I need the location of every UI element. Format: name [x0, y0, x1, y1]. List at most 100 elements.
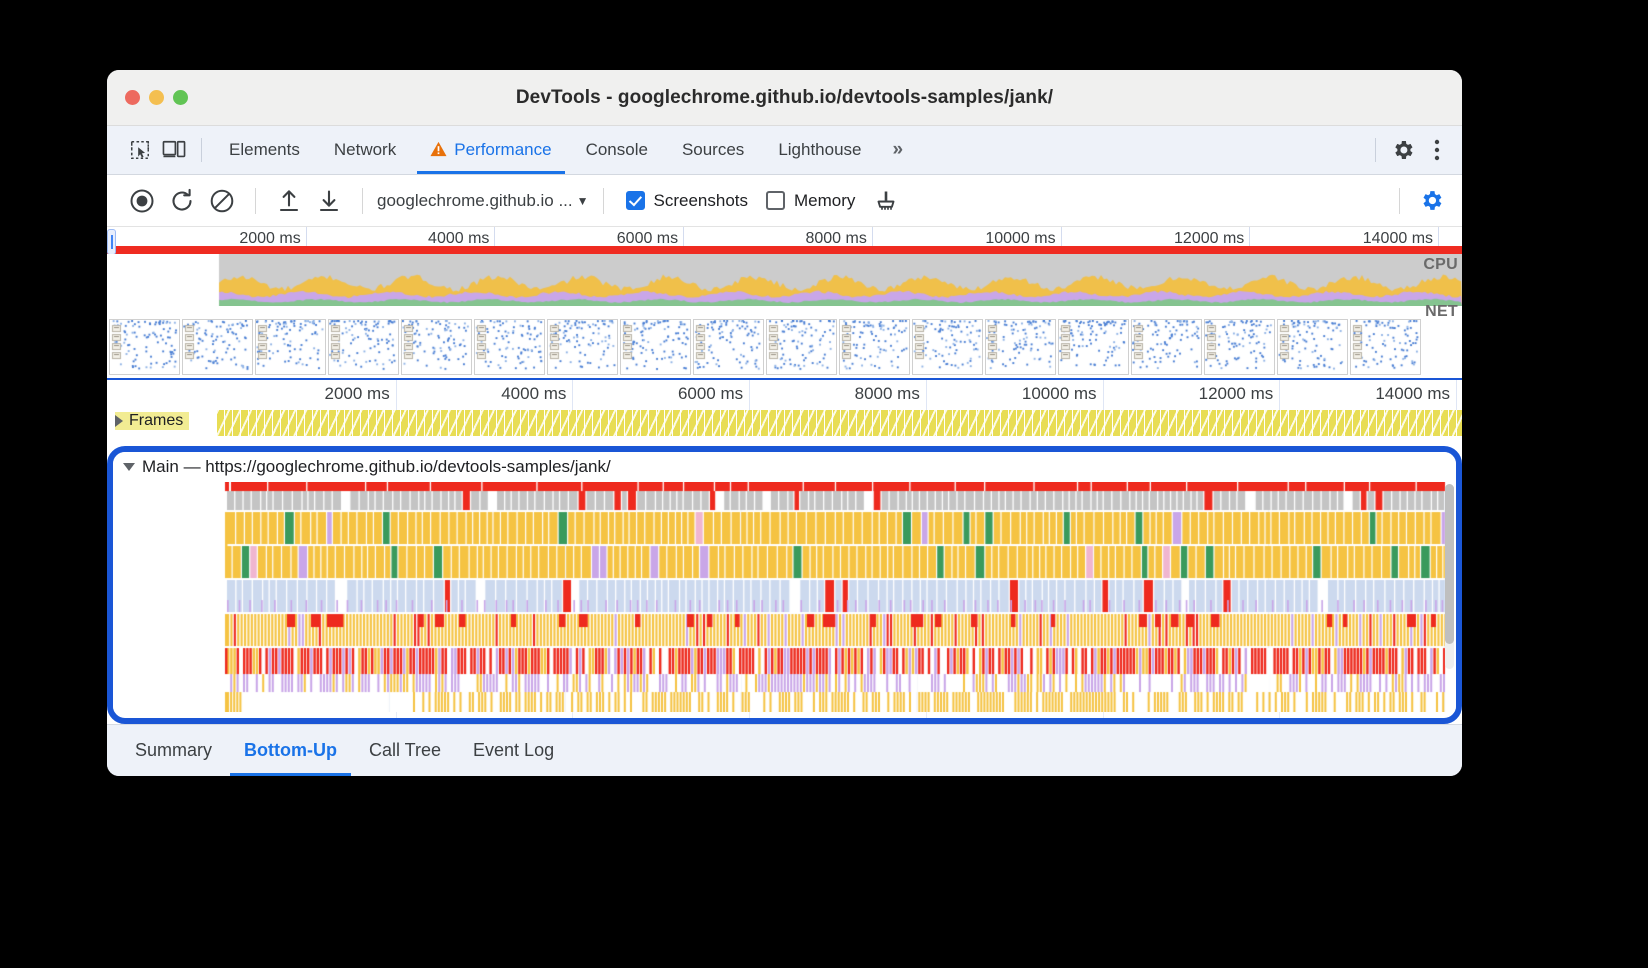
- filmstrip-thumbnail[interactable]: [912, 319, 983, 375]
- timeline-tick-label: 2000 ms: [324, 384, 390, 403]
- timeline-ruler: 2000 ms 4000 ms 6000 ms 8000 ms 10000 ms 1200…: [107, 380, 1462, 410]
- filmstrip-thumbnail[interactable]: [1204, 319, 1275, 375]
- timeline-tick-label: 8000 ms: [854, 384, 920, 403]
- filmstrip-thumbnail[interactable]: [620, 319, 691, 375]
- recording-target-select[interactable]: googlechrome.github.io ... ▼: [377, 191, 589, 211]
- filmstrip-thumbnail[interactable]: [182, 319, 253, 375]
- memory-checkbox-box[interactable]: [766, 191, 786, 210]
- filmstrip-thumbnail[interactable]: [547, 319, 618, 375]
- overview-window-left-handle[interactable]: [107, 229, 116, 255]
- tab-bottom-up-label: Bottom-Up: [244, 740, 337, 760]
- save-profile-icon[interactable]: [310, 182, 348, 220]
- tabstrip-divider: [201, 138, 202, 162]
- tab-sources[interactable]: Sources: [665, 126, 761, 174]
- main-flame-chart[interactable]: [113, 482, 1456, 712]
- collapse-arrow-icon[interactable]: [123, 463, 135, 471]
- filmstrip-thumbnail[interactable]: [985, 319, 1056, 375]
- filmstrip-thumbnail[interactable]: [693, 319, 764, 375]
- main-track-highlight[interactable]: Main — https://googlechrome.github.io/de…: [107, 446, 1462, 724]
- reload-and-record-icon[interactable]: [163, 182, 201, 220]
- tab-network[interactable]: Network: [317, 126, 413, 174]
- load-profile-icon[interactable]: [270, 182, 308, 220]
- window-titlebar: DevTools - googlechrome.github.io/devtoo…: [107, 70, 1462, 126]
- more-options-icon[interactable]: [1420, 133, 1454, 167]
- filmstrip-thumbnail[interactable]: [839, 319, 910, 375]
- tab-network-label: Network: [333, 140, 397, 159]
- frames-track-label: Frames: [129, 412, 184, 429]
- timeline-tick-label: 4000 ms: [501, 384, 567, 403]
- timeline-tick: 6000 ms: [678, 380, 751, 410]
- filmstrip-thumbnail[interactable]: [328, 319, 399, 375]
- filmstrip-thumbnail[interactable]: [766, 319, 837, 375]
- filmstrip-thumbnail[interactable]: [1350, 319, 1421, 375]
- overview-net-band: NET: [107, 303, 1462, 320]
- cpu-label: CPU: [1423, 256, 1458, 273]
- collect-garbage-icon[interactable]: [867, 182, 905, 220]
- tab-elements-label: Elements: [229, 140, 300, 159]
- devtools-tabstrip: Elements Network Performance Console Sou…: [107, 126, 1462, 175]
- tab-sources-label: Sources: [681, 140, 745, 159]
- devtools-window: DevTools - googlechrome.github.io/devtoo…: [107, 70, 1462, 776]
- tab-elements[interactable]: Elements: [212, 126, 317, 174]
- tab-performance-label: Performance: [454, 140, 552, 159]
- clear-recording-icon[interactable]: [203, 182, 241, 220]
- toolbar-divider-3: [602, 187, 604, 214]
- record-icon[interactable]: [123, 182, 161, 220]
- main-track-header[interactable]: Main — https://googlechrome.github.io/de…: [113, 452, 1456, 482]
- main-track-scrollbar-thumb[interactable]: [1445, 484, 1454, 644]
- tab-call-tree-label: Call Tree: [369, 740, 442, 760]
- frames-track-bars: [217, 410, 1462, 436]
- filmstrip-thumbnail[interactable]: [474, 319, 545, 375]
- screenshots-checkbox[interactable]: Screenshots: [625, 190, 749, 211]
- tab-bottom-up[interactable]: Bottom-Up: [228, 725, 353, 776]
- frames-track-header[interactable]: Frames: [115, 412, 190, 430]
- filmstrip-thumbnail[interactable]: [255, 319, 326, 375]
- tab-console[interactable]: Console: [569, 126, 665, 174]
- filmstrip-thumbnail[interactable]: [1277, 319, 1348, 375]
- timeline-tick-label: 6000 ms: [677, 384, 744, 403]
- devtools-tabs: Elements Network Performance Console Sou…: [212, 126, 914, 174]
- timeline-tick: 8000 ms: [855, 380, 927, 410]
- performance-toolbar: googlechrome.github.io ... ▼ Screenshots…: [107, 175, 1462, 227]
- tab-summary[interactable]: Summary: [119, 725, 228, 776]
- tab-performance[interactable]: Performance: [413, 126, 568, 174]
- expand-arrow-icon[interactable]: [115, 415, 123, 427]
- tab-event-log[interactable]: Event Log: [457, 725, 570, 776]
- toolbar-divider-2: [362, 187, 363, 214]
- timeline-tick-label: 14000 ms: [1375, 384, 1450, 403]
- screenshots-checkbox-box[interactable]: [625, 191, 645, 210]
- capture-settings-icon[interactable]: [1412, 182, 1450, 220]
- tab-call-tree[interactable]: Call Tree: [353, 725, 457, 776]
- timeline-tick-label: 12000 ms: [1198, 384, 1274, 403]
- memory-checkbox[interactable]: Memory: [766, 191, 855, 211]
- tab-lighthouse-label: Lighthouse: [778, 140, 862, 159]
- timeline-overview[interactable]: 2000 ms 4000 ms 6000 ms 8000 ms 10000 ms 1200…: [107, 227, 1462, 378]
- timeline-tick: 2000 ms: [325, 380, 397, 410]
- details-tabbar: Summary Bottom-Up Call Tree Event Log: [107, 724, 1462, 776]
- frames-track[interactable]: Frames: [107, 410, 1462, 436]
- main-track-label: Main — https://googlechrome.github.io/de…: [142, 457, 611, 476]
- recording-target-value: googlechrome.github.io ...: [377, 190, 573, 210]
- inspect-element-icon[interactable]: [123, 133, 157, 167]
- settings-gear-icon[interactable]: [1386, 133, 1420, 167]
- toolbar-divider-4: [1399, 187, 1400, 214]
- filmstrip-thumbnail[interactable]: [1058, 319, 1129, 375]
- filmstrip-thumbnail[interactable]: [401, 319, 472, 375]
- tab-event-log-label: Event Log: [473, 740, 555, 760]
- tab-lighthouse[interactable]: Lighthouse: [761, 126, 878, 174]
- more-tabs-icon[interactable]: »: [879, 139, 915, 161]
- overview-cpu-band: CPU: [107, 254, 1462, 306]
- overview-filmstrip[interactable]: [107, 316, 1462, 378]
- main-track-scrollbar[interactable]: [1445, 484, 1454, 669]
- overview-error-bar: [107, 246, 1462, 254]
- memory-label: Memory: [794, 190, 856, 210]
- overview-ruler: 2000 ms 4000 ms 6000 ms 8000 ms 10000 ms 1200…: [107, 227, 1462, 255]
- filmstrip-thumbnail[interactable]: [1131, 319, 1202, 375]
- timeline-tick: 14000 ms: [1375, 380, 1457, 410]
- timeline-tick-label: 10000 ms: [1021, 384, 1097, 403]
- filmstrip-thumbnail[interactable]: [109, 319, 180, 375]
- device-toolbar-icon[interactable]: [157, 133, 191, 167]
- net-label: NET: [1425, 303, 1458, 320]
- timeline-tick: 4000 ms: [501, 380, 574, 410]
- screenshots-label: Screenshots: [653, 190, 749, 210]
